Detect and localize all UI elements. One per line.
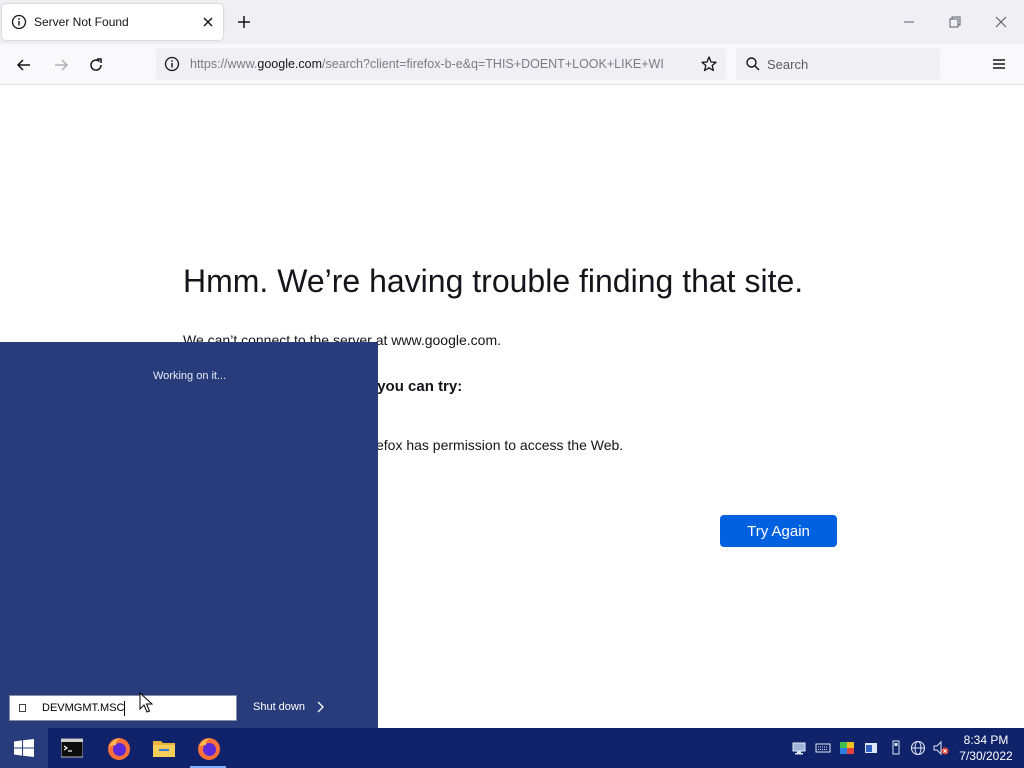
tab-bar: Server Not Found bbox=[0, 0, 1024, 44]
tab-server-not-found[interactable]: Server Not Found bbox=[2, 4, 223, 40]
window-icon[interactable] bbox=[863, 740, 879, 756]
url-bar[interactable]: https://www.google.com/search?client=fir… bbox=[156, 48, 726, 80]
usb-device-icon[interactable] bbox=[888, 740, 904, 756]
tab-title: Server Not Found bbox=[34, 15, 129, 29]
windows-logo-icon bbox=[14, 739, 34, 757]
volume-muted-icon[interactable] bbox=[933, 740, 949, 756]
start-button[interactable] bbox=[0, 728, 48, 768]
bookmark-star-icon[interactable] bbox=[700, 55, 718, 73]
system-clock[interactable]: 8:34 PM 7/30/2022 bbox=[955, 732, 1017, 764]
search-bar[interactable]: Search bbox=[736, 48, 940, 80]
url-domain: google.com bbox=[257, 57, 323, 71]
mouse-cursor-icon bbox=[139, 692, 153, 713]
network-computer-icon[interactable] bbox=[791, 740, 807, 756]
taskbar-firefox[interactable] bbox=[96, 728, 140, 768]
try-again-button[interactable]: Try Again bbox=[720, 515, 837, 547]
run-input[interactable]: DEVMGMT.MSC bbox=[9, 695, 237, 721]
clock-date: 7/30/2022 bbox=[959, 749, 1013, 763]
folder-icon bbox=[153, 741, 175, 757]
search-placeholder: Search bbox=[767, 57, 809, 72]
url-text[interactable]: https://www.google.com/search?client=fir… bbox=[190, 57, 690, 71]
new-tab-icon[interactable] bbox=[236, 14, 252, 30]
info-icon bbox=[11, 14, 27, 30]
taskbar-file-explorer[interactable] bbox=[141, 728, 185, 768]
taskbar-command-prompt[interactable] bbox=[50, 728, 94, 768]
close-tab-icon[interactable] bbox=[200, 14, 216, 30]
error-title: Hmm. We’re having trouble finding that s… bbox=[183, 263, 804, 299]
restore-icon[interactable] bbox=[947, 14, 963, 30]
firefox-icon bbox=[108, 738, 130, 760]
url-path: /search?client=firefox-b-e&q=THIS+DOENT+… bbox=[322, 57, 664, 71]
taskbar: 8:34 PM 7/30/2022 bbox=[0, 728, 1024, 768]
text-caret bbox=[124, 701, 125, 716]
nav-bar: https://www.google.com/search?client=fir… bbox=[0, 44, 1024, 85]
chevron-right-icon[interactable] bbox=[314, 700, 326, 714]
display-settings-icon[interactable] bbox=[839, 740, 855, 756]
forward-icon[interactable] bbox=[52, 56, 70, 74]
clock-time: 8:34 PM bbox=[963, 733, 1009, 747]
reload-icon[interactable] bbox=[87, 56, 105, 74]
taskbar-firefox-active[interactable] bbox=[186, 728, 230, 768]
minimize-icon[interactable] bbox=[901, 14, 917, 30]
shutdown-button[interactable]: Shut down bbox=[253, 701, 305, 713]
close-window-icon[interactable] bbox=[993, 14, 1009, 30]
back-icon[interactable] bbox=[15, 56, 33, 74]
run-input-value[interactable]: DEVMGMT.MSC bbox=[42, 702, 125, 714]
command-prompt-icon bbox=[61, 738, 83, 758]
site-info-icon[interactable] bbox=[164, 56, 180, 72]
start-menu-status: Working on it... bbox=[153, 370, 227, 382]
globe-network-icon[interactable] bbox=[910, 740, 926, 756]
firefox-icon bbox=[198, 738, 220, 760]
keyboard-icon[interactable] bbox=[815, 740, 831, 756]
url-prefix: https://www. bbox=[190, 57, 258, 71]
search-icon bbox=[746, 57, 760, 71]
hamburger-menu-icon[interactable] bbox=[991, 56, 1007, 72]
start-menu: Working on it... DEVMGMT.MSC Shut down bbox=[0, 342, 378, 728]
run-icon bbox=[19, 704, 26, 712]
